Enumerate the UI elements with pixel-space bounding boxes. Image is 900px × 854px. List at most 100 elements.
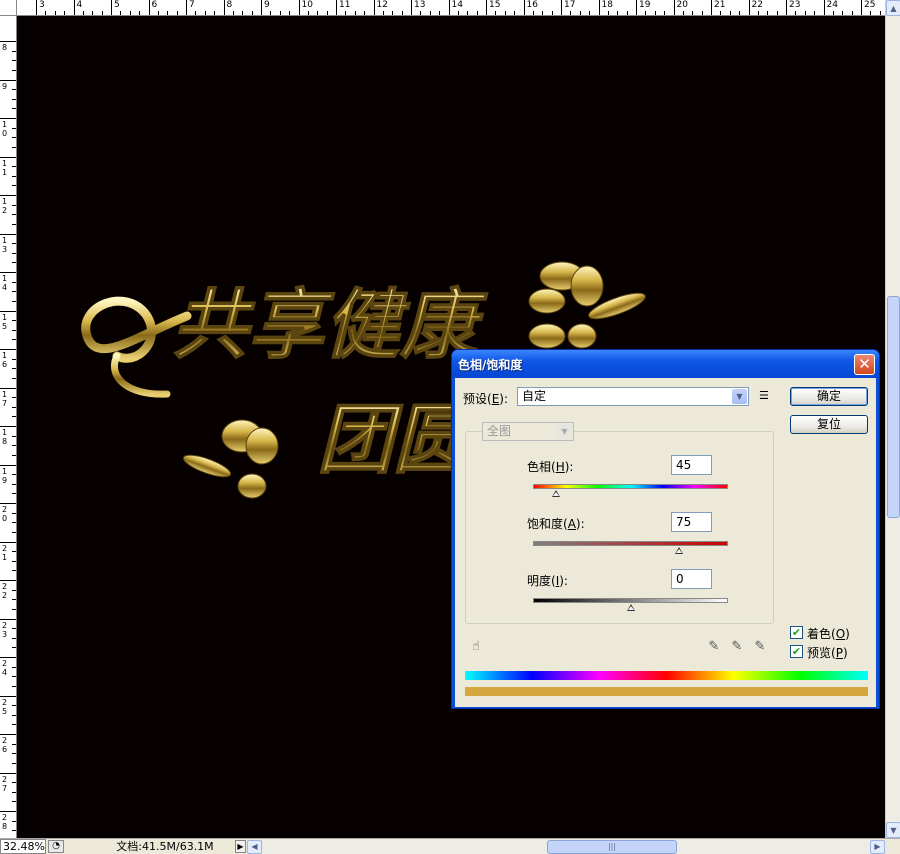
hue-input[interactable]: 45 [671,455,712,475]
ruler-minor-tick [64,11,66,15]
ruler-minor-tick [12,69,16,71]
ruler-minor-tick [439,11,441,15]
ruler-tick [786,0,787,15]
ruler-tick [0,618,16,620]
ruler-minor-tick [12,531,16,533]
ruler-minor-tick [12,666,16,668]
ruler-tick [0,310,16,312]
ruler-minor-tick [626,11,628,15]
ruler-minor-tick [12,262,16,264]
scroll-down-button[interactable]: ▼ [886,822,900,838]
ruler-minor-tick [364,11,366,15]
ruler-minor-tick [589,11,591,15]
preview-checkbox[interactable]: ✔ [790,645,803,658]
ruler-minor-tick [12,830,16,832]
saturation-input[interactable]: 75 [671,512,712,532]
chevron-down-icon: ▼ [557,424,572,439]
ruler-tick [0,426,16,427]
colorize-label: 着色(O) [807,627,850,641]
ruler-label: 8 [1,43,8,52]
ruler-label: 25 [1,697,8,716]
ruler-minor-tick [12,214,16,216]
ruler-minor-tick [729,11,731,15]
ruler-tick [0,580,16,581]
ruler-minor-tick [12,60,16,62]
status-menu-icon[interactable]: ◔ [48,840,64,853]
ruler-minor-tick [12,204,16,206]
ruler-label: 5 [114,0,120,10]
ruler-tick [861,0,862,15]
ruler-minor-tick [776,11,778,15]
eyedropper-minus-icon[interactable]: ✎ [752,639,768,655]
ruler-label: 3 [39,0,45,10]
channel-dropdown[interactable]: 全图 ▼ [482,422,574,441]
lightness-input[interactable]: 0 [671,569,712,589]
ruler-tick [0,503,16,504]
status-bar: 32.48% ◔ 文档:41.5M/63.1M ▶ ◀ ||| ▶ [0,838,900,854]
ruler-label: 17 [1,389,8,408]
ruler-minor-tick [12,782,16,784]
ruler-tick [336,0,337,15]
ruler-minor-tick [495,11,497,15]
ruler-minor-tick [12,175,16,177]
flower-ornament-top [528,261,646,349]
vertical-scrollbar[interactable]: ▲ ▼ [885,0,900,838]
ruler-tick [0,811,16,812]
ruler-minor-tick [176,11,178,15]
ruler-minor-tick [645,11,647,15]
reset-button[interactable]: 复位 [790,415,868,434]
ruler-label: 11 [339,0,351,10]
ruler-tick [36,0,37,15]
ruler-minor-tick [692,11,694,15]
scroll-up-button[interactable]: ▲ [886,0,900,16]
ruler-label: 22 [751,0,763,10]
horizontal-scroll-thumb[interactable]: ||| [547,840,677,854]
dialog-title-bar[interactable]: 色相/饱和度 ✕ [452,350,879,378]
colorize-checkbox[interactable]: ✔ [790,626,803,639]
ruler-minor-tick [832,11,834,15]
vertical-scroll-thumb[interactable] [887,296,900,518]
ruler-label: 10 [301,0,313,10]
ruler-minor-tick [720,11,722,15]
ruler-tick [223,0,225,15]
ruler-minor-tick [401,11,403,15]
horizontal-scrollbar[interactable]: ◀ ||| ▶ [247,840,885,854]
ruler-minor-tick [12,358,16,360]
ruler-minor-tick [12,185,16,187]
status-arrow-icon[interactable]: ▶ [235,840,246,853]
hand-tool-icon[interactable]: ☝ [468,639,484,655]
ruler-minor-tick [12,705,16,707]
ruler-minor-tick [12,647,16,649]
ruler-minor-tick [354,11,356,15]
ruler-label: 25 [864,0,876,10]
preset-dropdown[interactable]: 自定 ▼ [517,387,749,406]
hue-label: 色相(H): [527,460,574,474]
ruler-minor-tick [12,406,16,408]
ruler-label: 26 [1,736,8,754]
eyedropper-plus-icon[interactable]: ✎ [729,639,745,655]
hue-slider-thumb[interactable] [552,490,561,497]
preset-options-icon[interactable]: ☰ [759,389,769,402]
ruler-minor-tick [514,11,516,15]
hue-slider-track[interactable] [533,484,728,489]
lightness-slider-thumb[interactable] [626,604,635,611]
zoom-input[interactable]: 32.48% [0,839,46,854]
ruler-minor-tick [814,11,816,15]
ruler-minor-tick [12,281,16,283]
scroll-right-button[interactable]: ▶ [870,840,885,854]
scroll-left-button[interactable]: ◀ [247,840,262,854]
ruler-label: 8 [226,0,233,10]
ok-button[interactable]: 确定 [790,387,868,406]
ruler-minor-tick [607,11,609,15]
saturation-slider-thumb[interactable] [675,547,684,554]
ruler-minor-tick [12,628,16,630]
ruler-minor-tick [45,11,47,15]
ruler-tick [73,0,75,15]
saturation-slider-track[interactable] [533,541,728,546]
ruler-minor-tick [12,397,16,399]
ruler-minor-tick [120,11,122,15]
lightness-slider-track[interactable] [533,598,728,603]
ruler-minor-tick [870,11,872,15]
close-icon[interactable]: ✕ [854,354,875,375]
eyedropper-icon[interactable]: ✎ [706,639,722,655]
